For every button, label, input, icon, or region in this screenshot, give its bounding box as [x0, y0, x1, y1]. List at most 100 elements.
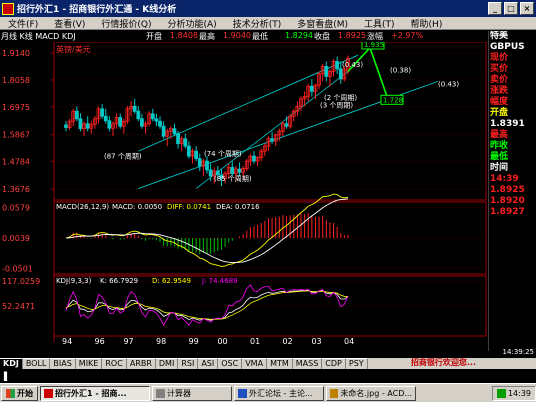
chart-annotation: (87 个周期): [104, 153, 142, 161]
main-legend: 英镑/美元: [56, 44, 91, 54]
candle-body: [284, 123, 289, 127]
candle-body: [205, 160, 209, 171]
tab-mass[interactable]: MASS: [292, 358, 323, 369]
x-tick-label: 02: [283, 337, 293, 345]
candle-body: [176, 133, 180, 145]
maximize-button[interactable]: □: [504, 2, 518, 15]
menu-file[interactable]: 文件(F): [0, 17, 46, 30]
tab-dmi[interactable]: DMI: [155, 358, 179, 369]
tray-icon[interactable]: [496, 388, 506, 398]
sidebar-row: 幅度: [490, 97, 509, 107]
candle-body: [197, 158, 202, 167]
x-tick-label: 99: [189, 337, 199, 345]
menu-quotes[interactable]: 行情报价(Q): [93, 17, 159, 30]
chart-annotation: 1.935: [364, 42, 384, 49]
candle-body: [194, 150, 199, 160]
candle-body: [172, 128, 177, 135]
menu-technical[interactable]: 技术分析(T): [225, 17, 290, 30]
d-line: [65, 290, 349, 320]
tray-clock: 14:39: [507, 388, 531, 398]
chart-annotation: (74 个周期): [204, 150, 242, 158]
candle-body: [132, 105, 137, 112]
tab-rsi[interactable]: RSI: [178, 358, 199, 369]
macd-legend: DEA: 0.0716: [216, 203, 260, 211]
taskbar-app-forex[interactable]: 招行外汇1 - 招商...: [40, 385, 150, 401]
browser-icon: [238, 388, 247, 398]
tab-asi[interactable]: ASI: [198, 358, 219, 369]
x-tick-label: 96: [95, 337, 105, 345]
sidebar-row: 特美: [490, 31, 509, 41]
quote-infobar: 月线 K线 MACD KDJ 开盘 1.8408 最高 1.9040 最低 1.…: [0, 31, 488, 42]
menu-help[interactable]: 帮助(H): [403, 17, 451, 30]
windows-taskbar: 开始 招行外汇1 - 招商... 计算器 外汇论坛 - 主论... 未命名.jp…: [0, 383, 536, 402]
calculator-icon: [156, 388, 165, 398]
candle-body: [187, 145, 191, 157]
status-left: ▌: [4, 371, 11, 381]
close-value: 1.8925: [338, 31, 366, 40]
x-tick-label: 97: [123, 337, 133, 345]
open-value: 1.8408: [170, 31, 198, 40]
candle-body: [103, 115, 108, 122]
tab-psy[interactable]: PSY: [345, 358, 368, 369]
sidebar-row: 时间: [490, 163, 509, 173]
candle-body: [140, 118, 144, 127]
sidebar-row: 最低: [490, 152, 509, 162]
forecast-zigzag: [347, 46, 389, 100]
menu-multiwindow[interactable]: 多窗看盘(M): [289, 17, 356, 30]
macd-legend: MACD(26,12,9): [56, 203, 109, 211]
candle-body: [230, 166, 235, 174]
tab-mike[interactable]: MIKE: [75, 358, 103, 369]
macd-legend: MACD: 0.0050: [112, 203, 162, 211]
kdj-legend: J: 74.4689: [201, 277, 238, 285]
windows-logo-icon: [6, 388, 15, 398]
tab-arbr[interactable]: ARBR: [126, 358, 156, 369]
candle-body: [136, 110, 141, 120]
tab-bias[interactable]: BIAS: [50, 358, 76, 369]
menu-analysis[interactable]: 分析功能(A): [160, 17, 225, 30]
kline-chart[interactable]: 1.9140 1.8058 1.6975 1.5867 1.4784 1.3676 英镑/美…: [0, 39, 488, 346]
kdj-legend: KDJ(9,3,3): [56, 277, 92, 285]
x-tick-label: 04: [344, 337, 354, 345]
taskbar-app-acdsee[interactable]: 未命名.jpg - ACD...: [326, 385, 416, 401]
close-label: 收盘: [314, 32, 330, 41]
candle-body: [154, 118, 159, 122]
chart-annotation: (3 个周期): [320, 102, 353, 110]
change-label: 涨幅: [367, 32, 383, 41]
low-label: 最低: [252, 32, 268, 41]
x-tick-label: 03: [311, 337, 321, 345]
menu-tools[interactable]: 工具(T): [356, 17, 403, 30]
menu-view[interactable]: 查看(V): [46, 17, 93, 30]
candle-body: [252, 155, 256, 162]
sidebar-row: 买价: [490, 64, 509, 74]
minimize-button[interactable]: _: [488, 2, 502, 15]
candle-body: [183, 138, 188, 147]
taskbar-app-calculator[interactable]: 计算器: [152, 385, 232, 401]
tab-vma[interactable]: VMA: [242, 358, 268, 369]
chart-annotation: 1.728: [383, 96, 403, 104]
close-button[interactable]: ×: [520, 2, 534, 15]
tab-kdj[interactable]: KDJ: [0, 358, 23, 369]
trend-channel: [138, 54, 439, 189]
chart-area[interactable]: 1.9140 1.8058 1.6975 1.5867 1.4784 1.3676 英镑/美…: [0, 39, 488, 346]
tab-cdp[interactable]: CDP: [322, 358, 346, 369]
chart-annotation: (0.38): [390, 67, 411, 75]
y-tick-label: 1.3676: [2, 185, 30, 194]
sidebar-row: 昨收: [490, 141, 509, 151]
y-tick-label: 117.0259: [2, 277, 40, 286]
indicator-tabbar: KDJ BOLL BIAS MIKE ROC ARBR DMI RSI ASI OSC VMA MTM…: [0, 358, 536, 369]
tab-boll[interactable]: BOLL: [22, 358, 51, 369]
start-button[interactable]: 开始: [1, 385, 38, 401]
y-tick-label: 0.0579: [2, 203, 30, 212]
y-tick-label: 52.2471: [2, 302, 35, 311]
chart-annotation: (0.43): [342, 61, 363, 69]
candle-body: [161, 125, 166, 137]
tab-mtm[interactable]: MTM: [267, 358, 293, 369]
y-tick-label: -0.0501: [2, 265, 33, 274]
y-tick-label: 1.4784: [2, 158, 30, 167]
tab-roc[interactable]: ROC: [102, 358, 127, 369]
x-tick-label: 00: [217, 337, 227, 345]
taskbar-app-forum[interactable]: 外汇论坛 - 主论...: [234, 385, 324, 401]
tab-osc[interactable]: OSC: [218, 358, 243, 369]
app-icon: [2, 2, 14, 15]
candle-body: [100, 108, 105, 117]
